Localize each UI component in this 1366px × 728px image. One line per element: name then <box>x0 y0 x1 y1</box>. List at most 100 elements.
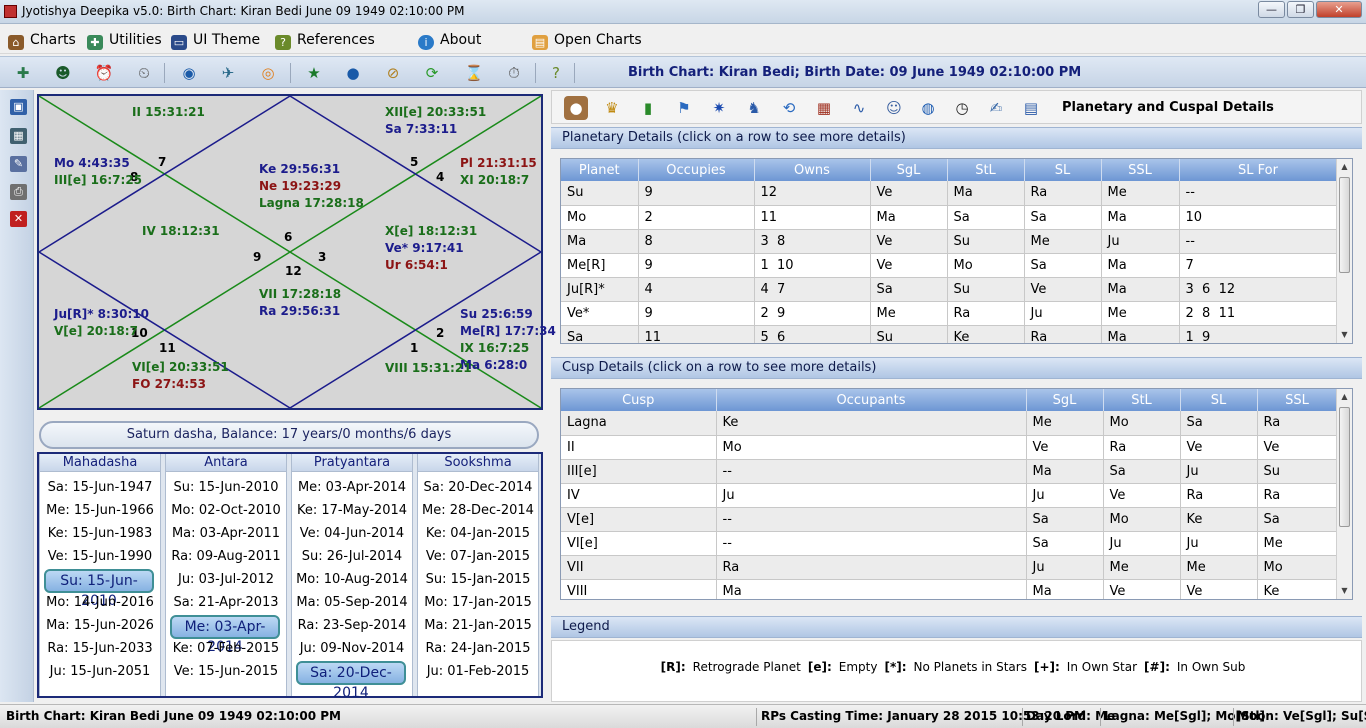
maximize-button[interactable]: ❐ <box>1287 1 1314 18</box>
table-row[interactable]: Mo 2 11 Ma Sa Sa Ma 10 <box>561 205 1338 230</box>
dasha-row[interactable]: Me: 03-Apr-2014 <box>292 480 412 495</box>
column-header[interactable]: SSL <box>1101 159 1180 181</box>
earth-icon[interactable]: ● <box>342 62 364 84</box>
dasha-row[interactable]: Ra: 23-Sep-2014 <box>292 618 412 633</box>
hourglass-icon[interactable]: ⌛ <box>463 62 485 84</box>
dasha-row[interactable]: Ra: 09-Aug-2011 <box>166 549 286 564</box>
dasha-row[interactable]: Ra: 24-Jan-2015 <box>418 641 538 656</box>
table-row[interactable]: VII Ra Ju Me Me Mo <box>561 555 1338 580</box>
clock-face-icon[interactable]: ◷ <box>950 96 974 120</box>
user-icon[interactable]: ☺ <box>882 96 906 120</box>
planet-brown-icon[interactable]: ● <box>564 96 588 120</box>
dasha-row[interactable]: Su: 15-Jun-2010 <box>166 480 286 495</box>
world-icon[interactable]: ◍ <box>916 96 940 120</box>
scroll-thumb[interactable] <box>1339 177 1350 273</box>
column-header[interactable]: SL <box>1024 159 1102 181</box>
planetary-table[interactable]: Planet Occupies Owns SgL StL SL SSL SL For Su 9 1… <box>560 158 1353 344</box>
dasha-row[interactable]: Me: 15-Jun-1966 <box>40 503 160 518</box>
person-icon[interactable]: ☻ <box>52 62 74 84</box>
dasha-row[interactable]: Sa: 21-Apr-2013 <box>166 595 286 610</box>
scroll-down-arrow[interactable]: ▼ <box>1337 327 1352 343</box>
dasha-row[interactable]: Ju: 03-Jul-2012 <box>166 572 286 587</box>
dasha-row[interactable]: Ve: 07-Jan-2015 <box>418 549 538 564</box>
menu-open-charts[interactable]: ▤ Open Charts <box>532 32 642 50</box>
table-row[interactable]: Su 9 12 Ve Ma Ra Me -- <box>561 181 1338 206</box>
planetary-scrollbar[interactable]: ▲ ▼ <box>1336 159 1352 343</box>
table-row[interactable]: Sa 11 5 6 Su Ke Ra Ma 1 9 <box>561 325 1338 343</box>
column-header[interactable]: Cusp <box>561 389 717 411</box>
bar-chart-icon[interactable]: ▮ <box>636 96 660 120</box>
dasha-row[interactable]: Ve: 15-Jun-1990 <box>40 549 160 564</box>
menu-charts[interactable]: ⌂ Charts <box>8 32 76 50</box>
dasha-row[interactable]: Ke: 04-Jan-2015 <box>418 526 538 541</box>
people-icon[interactable]: ♞ <box>742 96 766 120</box>
cusp-scrollbar[interactable]: ▲ ▼ <box>1336 389 1352 599</box>
help-book-icon[interactable]: ? <box>545 62 567 84</box>
cusp-table[interactable]: Cusp Occupants SgL StL SL SSL Lagna Ke Me Mo Sa Ra… <box>560 388 1353 600</box>
column-header[interactable]: StL <box>1103 389 1181 411</box>
close-button[interactable]: ✕ <box>1316 1 1362 18</box>
dasha-row-selected[interactable]: Su: 15-Jun-2010 <box>44 569 154 609</box>
save-icon[interactable]: ▣ <box>10 99 27 115</box>
dasha-row[interactable]: Su: 15-Jan-2015 <box>418 572 538 587</box>
minimize-button[interactable]: — <box>1258 1 1285 18</box>
dasha-row[interactable]: Ju: 01-Feb-2015 <box>418 664 538 679</box>
flag-icon[interactable]: ⚑ <box>672 96 696 120</box>
column-header[interactable]: Owns <box>754 159 871 181</box>
dasha-row[interactable]: Ju: 15-Jun-2051 <box>40 664 160 679</box>
table-row[interactable]: Me[R] 9 1 10 Ve Mo Sa Ma 7 <box>561 253 1338 278</box>
line-chart-icon[interactable]: ∿ <box>847 96 871 120</box>
dasha-row[interactable]: Mo: 14-Jun-2016 <box>40 595 160 610</box>
column-header[interactable]: StL <box>947 159 1025 181</box>
column-header[interactable]: SgL <box>870 159 948 181</box>
dasha-row[interactable]: Ma: 21-Jan-2015 <box>418 618 538 633</box>
alarm-icon[interactable]: ⏲ <box>133 62 155 84</box>
dasha-row[interactable]: Mo: 10-Aug-2014 <box>292 572 412 587</box>
table-row[interactable]: VI[e] -- Sa Ju Ju Me <box>561 531 1338 556</box>
write-icon[interactable]: ✍ <box>984 96 1008 120</box>
dasha-row[interactable]: Ve: 15-Jun-2015 <box>166 664 286 679</box>
table-row[interactable]: Lagna Ke Me Mo Sa Ra <box>561 411 1338 436</box>
scroll-up-arrow[interactable]: ▲ <box>1337 159 1352 175</box>
menu-references[interactable]: ? References <box>275 32 375 50</box>
star-icon[interactable]: ★ <box>303 62 325 84</box>
menu-about[interactable]: i About <box>418 32 481 50</box>
planet-icon[interactable]: ⊘ <box>382 62 404 84</box>
column-header[interactable]: SgL <box>1026 389 1104 411</box>
dasha-row[interactable]: Ke: 17-May-2014 <box>292 503 412 518</box>
dasha-row[interactable]: Me: 28-Dec-2014 <box>418 503 538 518</box>
dasha-row[interactable]: Ma: 03-Apr-2011 <box>166 526 286 541</box>
table-icon[interactable]: ▦ <box>812 96 836 120</box>
table-row[interactable]: III[e] -- Ma Sa Ju Su <box>561 459 1338 484</box>
dasha-row[interactable]: Ve: 04-Jun-2014 <box>292 526 412 541</box>
report-icon[interactable]: ▤ <box>1019 96 1043 120</box>
column-header[interactable]: Occupies <box>638 159 755 181</box>
print-icon[interactable]: ⎙ <box>10 184 27 200</box>
dasha-row[interactable]: Ma: 15-Jun-2026 <box>40 618 160 633</box>
notes-icon[interactable]: ✎ <box>10 156 27 172</box>
dasha-row[interactable]: Ma: 05-Sep-2014 <box>292 595 412 610</box>
delete-icon[interactable]: ✕ <box>10 211 27 227</box>
burst-icon[interactable]: ✷ <box>707 96 731 120</box>
dasha-row-selected[interactable]: Me: 03-Apr-2014 <box>170 615 280 655</box>
dasha-row[interactable]: Ke: 15-Jun-1983 <box>40 526 160 541</box>
satellite-icon[interactable]: ✈ <box>217 62 239 84</box>
birth-chart[interactable]: 7 8 5 4 6 9 12 3 11 10 2 1 II 15:31:21 X… <box>37 94 556 410</box>
table-row[interactable]: Ve* 9 2 9 Me Ra Ju Me 2 8 11 <box>561 301 1338 326</box>
trophy-icon[interactable]: ♛ <box>600 96 624 120</box>
timer-icon[interactable]: ⏱ <box>503 62 525 84</box>
cycle-icon[interactable]: ⟲ <box>777 96 801 120</box>
column-header[interactable]: SL For <box>1179 159 1338 181</box>
column-header[interactable]: Occupants <box>716 389 1027 411</box>
table-row[interactable]: Ma 8 3 8 Ve Su Me Ju -- <box>561 229 1338 254</box>
dasha-row[interactable]: Su: 26-Jul-2014 <box>292 549 412 564</box>
globe-icon[interactable]: ◉ <box>178 62 200 84</box>
dasha-row[interactable]: Ke: 07-Feb-2015 <box>166 641 286 656</box>
scroll-up-arrow[interactable]: ▲ <box>1337 389 1352 405</box>
edit-chart-icon[interactable]: ▦ <box>10 128 27 144</box>
table-row[interactable]: IV Ju Ju Ve Ra Ra <box>561 483 1338 508</box>
rings-icon[interactable]: ◎ <box>257 62 279 84</box>
table-row[interactable]: VIII Ma Ma Ve Ve Ke <box>561 579 1338 599</box>
scroll-down-arrow[interactable]: ▼ <box>1337 583 1352 599</box>
dasha-row[interactable]: Sa: 15-Jun-1947 <box>40 480 160 495</box>
